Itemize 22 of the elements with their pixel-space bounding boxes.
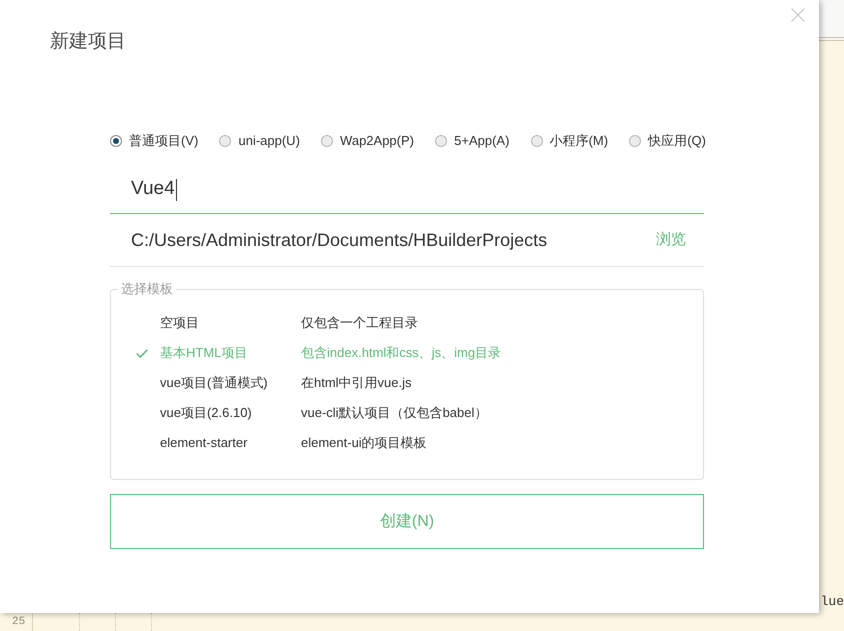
- project-type-radio[interactable]: 快应用(Q): [629, 132, 706, 150]
- template-name[interactable]: vue项目(2.6.10): [160, 403, 252, 423]
- project-type-radio[interactable]: 小程序(M): [530, 132, 608, 150]
- project-type-radio[interactable]: uni-app(U): [219, 132, 300, 150]
- template-description: vue-cli默认项目（仅包含babel）: [301, 404, 488, 422]
- project-name-input[interactable]: Vue4: [110, 166, 704, 214]
- project-type-radio[interactable]: Wap2App(P): [321, 132, 414, 150]
- text-cursor-icon: [176, 178, 177, 200]
- project-type-radio[interactable]: 5+App(A): [435, 132, 510, 150]
- project-type-radio[interactable]: 普通项目(V): [110, 132, 198, 150]
- template-name[interactable]: 空项目: [160, 313, 199, 333]
- template-description: element-ui的项目模板: [301, 434, 427, 452]
- template-description: 在html中引用vue.js: [301, 374, 412, 392]
- template-name[interactable]: element-starter: [160, 433, 248, 453]
- project-location-field[interactable]: C:/Users/Administrator/Documents/HBuilderProjects 浏览: [110, 214, 704, 267]
- code-text: lue: [820, 593, 844, 612]
- close-icon[interactable]: [791, 8, 805, 22]
- dialog-title: 新建项目: [50, 31, 126, 52]
- template-description: 仅包含一个工程目录: [301, 314, 418, 332]
- template-name[interactable]: vue项目(普通模式): [160, 373, 268, 393]
- template-description: 包含index.html和css、js、img目录: [301, 344, 502, 362]
- template-group-legend: 选择模板: [118, 281, 176, 297]
